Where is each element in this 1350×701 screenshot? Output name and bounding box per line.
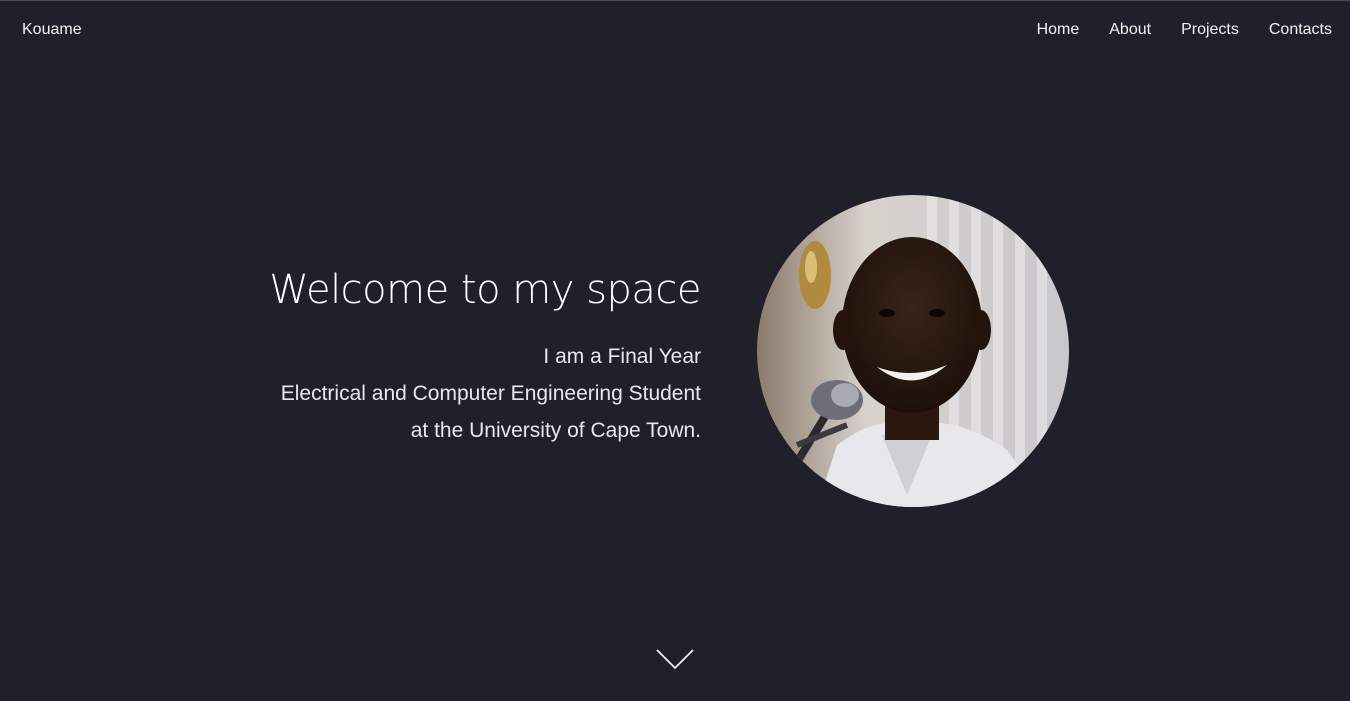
hero-line-2: Electrical and Computer Engineering Stud… bbox=[280, 382, 701, 405]
scroll-down-button[interactable] bbox=[656, 648, 694, 670]
hero-text: Welcome to my space I am a Final Year El… bbox=[181, 262, 701, 449]
top-border bbox=[0, 0, 1350, 1]
chevron-down-icon bbox=[656, 649, 694, 670]
hero-line-3: at the University of Cape Town. bbox=[410, 419, 701, 442]
hero-line-1: I am a Final Year bbox=[543, 345, 701, 368]
nav-contacts[interactable]: Contacts bbox=[1269, 21, 1332, 39]
profile-photo-illustration bbox=[757, 195, 1069, 507]
brand-link[interactable]: Kouame bbox=[22, 21, 82, 39]
profile-photo bbox=[757, 195, 1069, 507]
main-nav: Home About Projects Contacts bbox=[1007, 21, 1332, 39]
hero-title: Welcome to my space bbox=[269, 267, 701, 313]
nav-projects[interactable]: Projects bbox=[1181, 21, 1239, 39]
nav-about[interactable]: About bbox=[1109, 21, 1151, 39]
nav-home[interactable]: Home bbox=[1037, 21, 1080, 39]
